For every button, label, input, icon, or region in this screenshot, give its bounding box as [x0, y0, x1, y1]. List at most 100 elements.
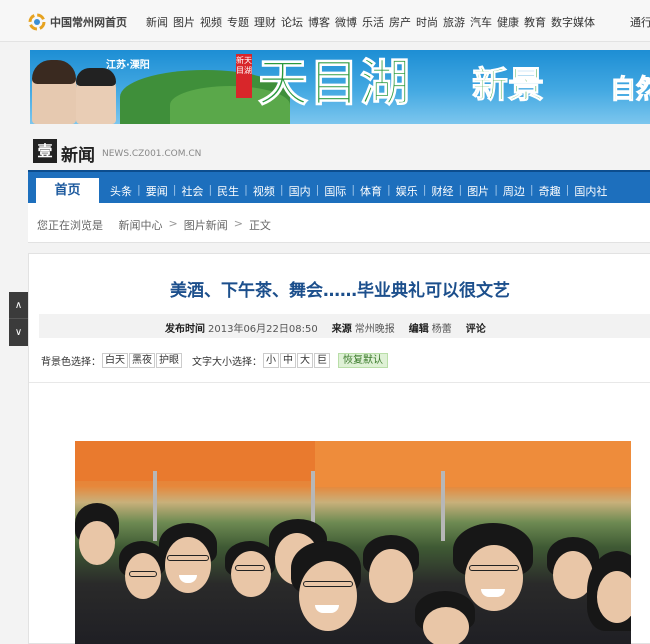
photo-tent-pole	[441, 471, 445, 541]
article-photo[interactable]	[75, 441, 631, 644]
portal-nav-item[interactable]: 乐活	[362, 14, 384, 30]
breadcrumb: 您正在浏览是 新闻中心 > 图片新闻 > 正文	[37, 217, 271, 233]
article-divider	[29, 382, 650, 383]
bg-eye-care-button[interactable]: 护眼	[156, 353, 182, 368]
portal-home-link[interactable]: 中国常州网首页	[50, 14, 127, 30]
font-size-label: 文字大小选择：	[192, 357, 262, 368]
portal-nav-item[interactable]: 数字媒体	[551, 14, 595, 30]
font-size-small-button[interactable]: 小	[263, 353, 279, 368]
nav-item[interactable]: 头条	[110, 183, 132, 199]
nav-item[interactable]: 奇趣	[539, 183, 561, 199]
channel-badge: 壹	[33, 139, 57, 163]
banner-stamp: 新天目湖	[236, 54, 252, 98]
portal-nav-item[interactable]: 汽车	[470, 14, 492, 30]
portal-nav-item[interactable]: 时尚	[416, 14, 438, 30]
banner-title-tail: 自然	[609, 75, 650, 106]
article-meta: 发布时间 2013年06月22日08:50 来源 常州晚报 编辑 杨蕾 评论	[165, 320, 489, 335]
comment-link[interactable]: 评论	[466, 320, 486, 335]
photo-glasses	[129, 571, 157, 577]
nav-home-tab[interactable]: 首页	[36, 178, 99, 205]
nav-item[interactable]: 要闻	[146, 183, 168, 199]
portal-nav-item[interactable]: 教育	[524, 14, 546, 30]
breadcrumb-prefix: 您正在浏览是	[37, 219, 103, 232]
article-panel: 美酒、下午茶、舞会……毕业典礼可以很文艺 发布时间 2013年06月22日08:…	[28, 253, 650, 644]
nav-item[interactable]: 娱乐	[396, 183, 418, 199]
nav-separator: |	[387, 183, 391, 196]
photo-face	[597, 571, 631, 623]
photo-glasses	[469, 565, 519, 571]
nav-item[interactable]: 国内	[289, 183, 311, 199]
nav-separator: |	[244, 183, 248, 196]
photo-face	[423, 607, 469, 644]
article-headline: 美酒、下午茶、舞会……毕业典礼可以很文艺	[170, 281, 510, 301]
scroll-widget: ∧ ∨	[9, 292, 28, 346]
nav-item[interactable]: 图片	[467, 183, 489, 199]
portal-nav-passport[interactable]: 通行	[630, 14, 650, 30]
photo-glasses	[167, 555, 209, 561]
portal-nav-item[interactable]: 新闻	[146, 14, 168, 30]
banner-location: 江苏·溧阳	[106, 60, 150, 71]
nav-separator: |	[208, 183, 213, 196]
nav-item[interactable]: 视频	[253, 183, 275, 199]
nav-item[interactable]: 财经	[431, 183, 453, 199]
breadcrumb-photo-news[interactable]: 图片新闻	[184, 217, 228, 233]
photo-face	[231, 551, 271, 597]
nav-item[interactable]: 社会	[181, 183, 203, 199]
portal-nav-item[interactable]: 旅游	[443, 14, 465, 30]
nav-separator: |	[315, 183, 320, 196]
bg-night-button[interactable]: 黑夜	[129, 353, 155, 368]
banner-title-main: 天目湖	[258, 54, 411, 113]
bg-color-label: 背景色选择：	[41, 357, 101, 368]
channel-title[interactable]: 新闻	[61, 141, 95, 166]
reading-tools: 背景色选择： 白天 黑夜 护眼 文字大小选择： 小 中 大 巨 恢复默认	[41, 353, 388, 368]
nav-item[interactable]: 周边	[503, 183, 525, 199]
chevron-up-icon[interactable]: ∧	[9, 292, 28, 319]
banner-person-image	[32, 60, 76, 124]
photo-face	[79, 521, 115, 565]
photo-tent-pole	[153, 471, 157, 541]
photo-tent	[315, 441, 631, 487]
channel-nav: 首页 头条 | 要闻 | 社会 | 民生 | 视频 | 国内 | 国际 | 体育 | 娱乐 | 财…	[28, 170, 650, 205]
portal-topbar: 中国常州网首页 新闻 图片 视频 专题 理财 论坛 博客 微博 乐活 房产 时尚…	[0, 0, 650, 42]
nav-separator: |	[529, 183, 534, 196]
portal-nav-item[interactable]: 专题	[227, 14, 249, 30]
photo-glasses	[303, 581, 353, 587]
tianmu-lake-banner[interactable]: 江苏·溧阳 新天目湖 天目湖 新景 自然	[30, 50, 650, 124]
nav-item[interactable]: 体育	[360, 183, 382, 199]
nav-separator: |	[422, 183, 427, 196]
meta-editor-label: 编辑	[408, 324, 429, 335]
restore-default-button[interactable]: 恢复默认	[338, 353, 388, 368]
portal-nav-item[interactable]: 博客	[308, 14, 330, 30]
nav-separator: |	[172, 183, 177, 196]
nav-separator: |	[137, 183, 141, 196]
portal-nav-item[interactable]: 理财	[254, 14, 276, 30]
nav-separator: |	[565, 183, 570, 196]
portal-nav-item[interactable]: 图片	[173, 14, 195, 30]
portal-nav-item[interactable]: 视频	[200, 14, 222, 30]
nav-item[interactable]: 民生	[217, 183, 239, 199]
channel-nav-items: 头条 | 要闻 | 社会 | 民生 | 视频 | 国内 | 国际 | 体育 | 娱乐 | 财经 | …	[110, 183, 607, 199]
meta-time-label: 发布时间	[165, 324, 205, 335]
portal-nav-item[interactable]: 房产	[389, 14, 411, 30]
photo-tent	[75, 441, 315, 481]
breadcrumb-news-center[interactable]: 新闻中心	[119, 217, 163, 233]
nav-separator: |	[458, 183, 463, 196]
nav-item[interactable]: 国际	[324, 183, 346, 199]
portal-nav-item[interactable]: 微博	[335, 14, 357, 30]
portal-nav-item[interactable]: 健康	[497, 14, 519, 30]
site-logo-icon[interactable]	[28, 13, 46, 31]
bg-day-button[interactable]: 白天	[102, 353, 128, 368]
article-meta-bar: 发布时间 2013年06月22日08:50 来源 常州晚报 编辑 杨蕾 评论	[39, 314, 650, 338]
breadcrumb-spacer	[109, 217, 113, 233]
photo-face	[299, 561, 357, 631]
banner-person-image	[76, 68, 116, 124]
meta-source-value: 常州晚报	[354, 324, 395, 335]
font-size-large-button[interactable]: 大	[297, 353, 313, 368]
font-size-medium-button[interactable]: 中	[280, 353, 296, 368]
nav-item[interactable]: 国内社	[574, 183, 607, 199]
nav-separator: |	[279, 183, 284, 196]
portal-nav-item[interactable]: 论坛	[281, 14, 303, 30]
photo-face	[465, 545, 523, 611]
chevron-down-icon[interactable]: ∨	[9, 319, 28, 346]
font-size-huge-button[interactable]: 巨	[314, 353, 330, 368]
